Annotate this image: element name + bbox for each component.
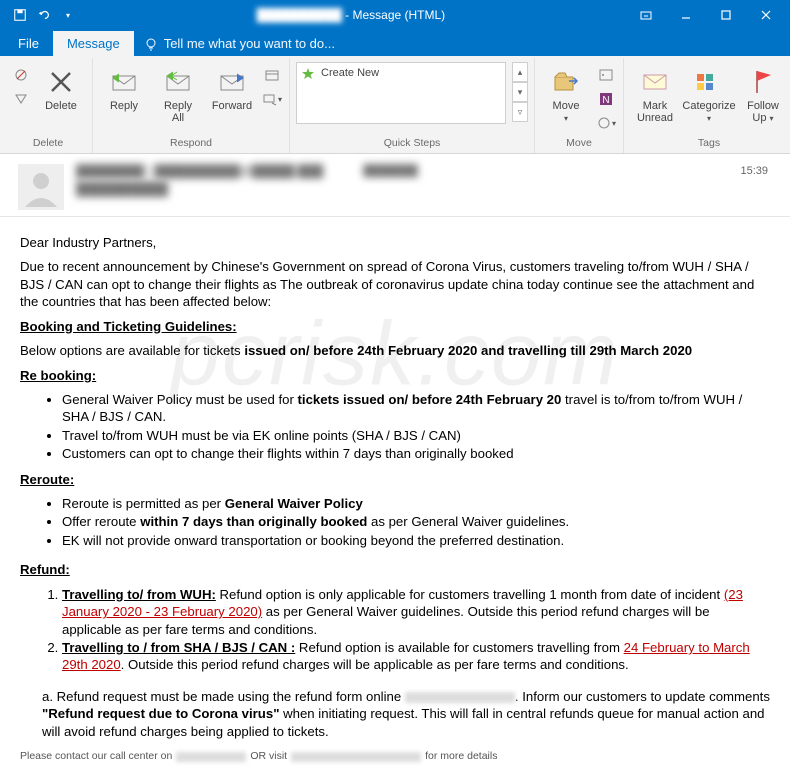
greeting: Dear Industry Partners, bbox=[20, 234, 770, 251]
svg-text:N: N bbox=[602, 95, 609, 106]
flag-icon bbox=[747, 66, 779, 98]
group-delete: Delete Delete bbox=[4, 58, 93, 153]
rules-button[interactable] bbox=[595, 64, 617, 86]
reply-icon bbox=[108, 66, 140, 98]
tell-me-search[interactable]: Tell me what you want to do... bbox=[134, 31, 345, 56]
options-line: Below options are available for tickets … bbox=[20, 342, 770, 359]
list-item: Reroute is permitted as per General Waiv… bbox=[62, 495, 770, 512]
follow-up-button[interactable]: Follow Up ▾ bbox=[738, 62, 788, 128]
tab-message[interactable]: Message bbox=[53, 31, 134, 56]
list-item: Customers can opt to change their flight… bbox=[62, 445, 770, 462]
group-respond: Reply Reply All Forward ▾ Respond bbox=[93, 58, 290, 153]
categorize-button[interactable]: Categorize▾ bbox=[684, 62, 734, 128]
maximize-button[interactable] bbox=[706, 0, 746, 30]
onenote-button[interactable]: N bbox=[595, 88, 617, 110]
list-item: EK will not provide onward transportatio… bbox=[62, 532, 770, 549]
forward-icon bbox=[216, 66, 248, 98]
window-title: ██████████ - Message (HTML) bbox=[76, 8, 626, 22]
delete-button[interactable]: Delete bbox=[36, 62, 86, 116]
subject-obscured: ██████████ bbox=[76, 181, 168, 196]
reply-button[interactable]: Reply bbox=[99, 62, 149, 116]
window-buttons bbox=[626, 0, 786, 30]
heading-reroute: Reroute: bbox=[20, 472, 74, 487]
reply-all-icon bbox=[162, 66, 194, 98]
ribbon-tabs: File Message Tell me what you want to do… bbox=[0, 30, 790, 56]
heading-rebooking: Re booking: bbox=[20, 368, 96, 383]
avatar bbox=[18, 164, 64, 210]
gallery-down-button[interactable]: ▾ bbox=[512, 82, 528, 102]
gallery-up-button[interactable]: ▴ bbox=[512, 62, 528, 82]
heading-refund: Refund: bbox=[20, 562, 70, 577]
mark-unread-icon bbox=[639, 66, 671, 98]
group-move: Move▾ N ▾ Move bbox=[535, 58, 624, 153]
heading-booking: Booking and Ticketing Guidelines: bbox=[20, 319, 237, 334]
obscured-phone bbox=[176, 752, 246, 762]
junk-button[interactable] bbox=[10, 88, 32, 110]
footer-line: Please contact our call center on OR vis… bbox=[20, 750, 770, 764]
save-icon[interactable] bbox=[12, 7, 28, 23]
obscured-link bbox=[405, 692, 515, 703]
obscured-url bbox=[291, 752, 421, 762]
forward-button[interactable]: Forward bbox=[207, 62, 257, 116]
star-icon bbox=[301, 67, 315, 81]
titlebar: ▾ ██████████ - Message (HTML) bbox=[0, 0, 790, 30]
quick-access-toolbar: ▾ bbox=[4, 7, 76, 23]
more-respond-button[interactable]: ▾ bbox=[261, 88, 283, 110]
from-obscured: ████████ · ██████████@█████.███ bbox=[76, 164, 323, 178]
rebooking-list: General Waiver Policy must be used for t… bbox=[62, 391, 770, 463]
to-obscured: ███████ bbox=[363, 165, 418, 177]
group-tags: Mark Unread Categorize▾ Follow Up ▾ Tags bbox=[624, 58, 790, 153]
list-item: Travel to/from WUH must be via EK online… bbox=[62, 427, 770, 444]
list-item: Offer reroute within 7 days than origina… bbox=[62, 513, 770, 530]
reroute-list: Reroute is permitted as per General Waiv… bbox=[62, 495, 770, 549]
tab-file[interactable]: File bbox=[4, 31, 53, 56]
intro-paragraph: Due to recent announcement by Chinese's … bbox=[20, 258, 770, 310]
categorize-icon bbox=[693, 66, 725, 98]
ribbon: Delete Delete Reply Reply All Forward ▾ bbox=[0, 56, 790, 154]
note-a: a. Refund request must be made using the… bbox=[42, 688, 770, 740]
mark-unread-button[interactable]: Mark Unread bbox=[630, 62, 680, 128]
gallery-more-button[interactable]: ▿ bbox=[512, 102, 528, 122]
message-body: Dear Industry Partners, Due to recent an… bbox=[0, 217, 790, 774]
list-item: Travelling to/ from WUH: Refund option i… bbox=[62, 586, 770, 638]
ignore-button[interactable] bbox=[10, 64, 32, 86]
meeting-button[interactable] bbox=[261, 64, 283, 86]
qat-dropdown-icon[interactable]: ▾ bbox=[60, 7, 76, 23]
actions-button[interactable]: ▾ bbox=[595, 112, 617, 134]
list-item: General Waiver Policy must be used for t… bbox=[62, 391, 770, 426]
reply-all-button[interactable]: Reply All bbox=[153, 62, 203, 128]
delete-icon bbox=[45, 66, 77, 98]
lightbulb-icon bbox=[144, 37, 158, 51]
minimize-button[interactable] bbox=[666, 0, 706, 30]
move-icon bbox=[550, 66, 582, 98]
message-time: 15:39 bbox=[740, 165, 772, 177]
tell-me-label: Tell me what you want to do... bbox=[164, 36, 335, 51]
move-button[interactable]: Move▾ bbox=[541, 62, 591, 128]
quick-steps-gallery[interactable]: Create New bbox=[296, 62, 506, 124]
undo-icon[interactable] bbox=[36, 7, 52, 23]
close-button[interactable] bbox=[746, 0, 786, 30]
message-header: ████████ · ██████████@█████.███ ███████ … bbox=[0, 154, 790, 217]
ribbon-display-button[interactable] bbox=[626, 0, 666, 30]
list-item: Travelling to / from SHA / BJS / CAN : R… bbox=[62, 639, 770, 674]
refund-list: Travelling to/ from WUH: Refund option i… bbox=[62, 586, 770, 674]
title-obscured: ██████████ bbox=[257, 8, 342, 22]
group-quick-steps: Create New ▴ ▾ ▿ Quick Steps bbox=[290, 58, 535, 153]
